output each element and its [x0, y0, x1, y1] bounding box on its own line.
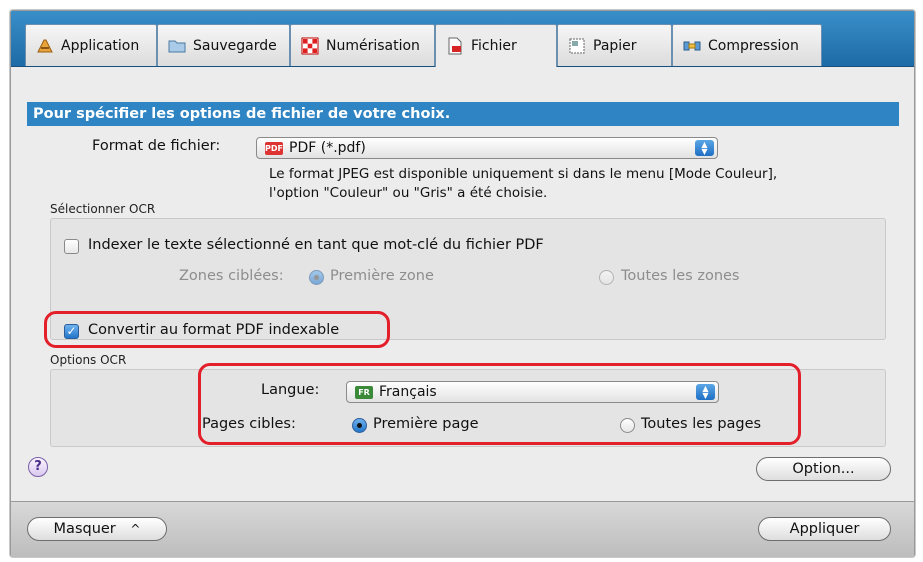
- tab-fichier[interactable]: Fichier: [435, 24, 557, 67]
- file-icon: [446, 37, 464, 55]
- preferences-window: Application Sauvegarde Numérisation Fich…: [10, 10, 915, 557]
- file-format-note-line1: Le format JPEG est disponible uniquement…: [269, 166, 778, 182]
- paper-icon: [568, 37, 586, 55]
- zones-label: Zones ciblées:: [179, 268, 284, 284]
- tab-papier-label: Papier: [593, 37, 637, 54]
- zone-first-radio[interactable]: [309, 270, 324, 285]
- page-all-label: Toutes les pages: [641, 416, 762, 432]
- tab-sauvegarde[interactable]: Sauvegarde: [157, 24, 290, 66]
- apply-button[interactable]: Appliquer: [758, 517, 891, 541]
- tab-numerisation[interactable]: Numérisation: [290, 24, 435, 66]
- ocr-options-highlight: [198, 363, 801, 445]
- file-settings-panel: Pour spécifier les options de fichier de…: [11, 67, 914, 501]
- tab-fichier-label: Fichier: [471, 38, 517, 54]
- bottom-bar: Masquer ^ Appliquer: [11, 501, 914, 557]
- tab-compression[interactable]: Compression: [672, 24, 822, 66]
- application-icon: [36, 37, 54, 55]
- tab-application-label: Application: [61, 37, 140, 54]
- help-button[interactable]: ?: [28, 457, 48, 477]
- popup-arrows-icon: ▲ ▼: [696, 384, 715, 400]
- index-text-checkbox[interactable]: [64, 239, 79, 254]
- language-label: Langue:: [261, 382, 320, 398]
- index-text-label: Indexer le texte sélectionné en tant que…: [88, 237, 544, 253]
- option-button[interactable]: Option...: [756, 457, 891, 481]
- page-all-radio[interactable]: [620, 418, 635, 433]
- scan-icon: [301, 37, 319, 55]
- file-format-label: Format de fichier:: [92, 138, 221, 154]
- tab-papier[interactable]: Papier: [557, 24, 672, 66]
- ocr-options-group-label: Options OCR: [50, 353, 127, 367]
- ocr-select-group-label: Sélectionner OCR: [50, 202, 156, 216]
- zone-first-label: Première zone: [330, 268, 434, 284]
- tab-compression-label: Compression: [708, 37, 799, 54]
- page-first-label: Première page: [373, 416, 479, 432]
- convert-pdf-checkbox[interactable]: ✓: [64, 324, 79, 339]
- tab-application[interactable]: Application: [25, 24, 157, 66]
- file-format-value: PDF (*.pdf): [289, 140, 366, 156]
- pages-label: Pages cibles:: [202, 416, 296, 432]
- language-value: Français: [379, 384, 437, 400]
- tab-numerisation-label: Numérisation: [326, 37, 420, 54]
- hide-button[interactable]: Masquer ^: [27, 517, 167, 541]
- folder-icon: [168, 37, 186, 55]
- tab-sauvegarde-label: Sauvegarde: [193, 37, 277, 54]
- hide-label: Masquer: [53, 521, 116, 537]
- pdf-icon: PDF: [265, 141, 283, 155]
- page-first-radio[interactable]: [352, 418, 367, 433]
- zone-all-label: Toutes les zones: [621, 268, 740, 284]
- file-format-select[interactable]: PDF PDF (*.pdf) ▲ ▼: [256, 137, 718, 159]
- tab-bar: Application Sauvegarde Numérisation Fich…: [11, 11, 914, 67]
- zone-all-radio[interactable]: [599, 270, 614, 285]
- popup-arrows-icon: ▲ ▼: [695, 140, 714, 156]
- section-banner: Pour spécifier les options de fichier de…: [27, 102, 899, 126]
- convert-pdf-label: Convertir au format PDF indexable: [88, 322, 340, 338]
- compression-icon: [683, 37, 701, 55]
- file-format-note-line2: l'option "Couleur" ou "Gris" a été chois…: [269, 185, 548, 201]
- language-select[interactable]: FR Français ▲ ▼: [346, 381, 719, 403]
- chevron-up-icon: ^: [130, 522, 141, 536]
- flag-icon: FR: [355, 385, 373, 399]
